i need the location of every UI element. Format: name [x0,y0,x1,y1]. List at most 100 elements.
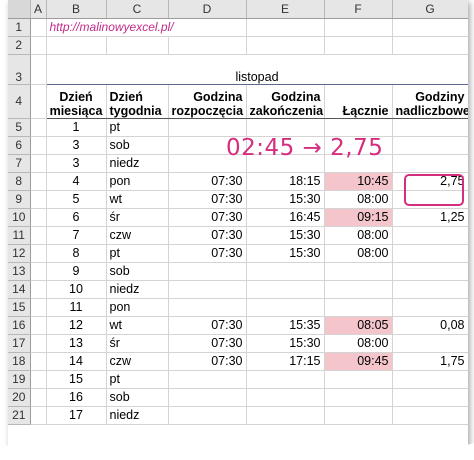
day-cell[interactable]: 8 [46,244,107,263]
cell[interactable] [46,36,107,55]
cell[interactable] [30,316,47,335]
weekday-cell[interactable]: czw [106,226,169,245]
end-time-cell[interactable]: 18:15 [246,172,325,191]
cell[interactable] [30,370,47,389]
overtime-cell[interactable] [392,298,468,317]
start-time-cell[interactable] [168,406,247,425]
start-time-cell[interactable]: 07:30 [168,226,247,245]
cell[interactable] [30,388,47,407]
row-header[interactable]: 13 [8,262,31,281]
cell[interactable] [30,298,47,317]
total-cell[interactable] [324,370,393,389]
column-header-d[interactable]: D [168,0,247,19]
start-time-cell[interactable] [168,298,247,317]
row-header[interactable]: 6 [8,136,31,155]
column-header-f[interactable]: F [324,0,393,19]
row-header[interactable]: 10 [8,208,31,227]
weekday-cell[interactable]: wt [106,190,169,209]
row-header[interactable]: 14 [8,280,31,299]
total-cell[interactable] [324,298,393,317]
end-time-cell[interactable] [246,388,325,407]
cell[interactable] [392,18,468,37]
cell[interactable] [246,18,325,37]
row-header[interactable]: 3 [8,54,31,85]
cell[interactable] [30,36,47,55]
weekday-cell[interactable]: pt [106,244,169,263]
column-header-e[interactable]: E [246,0,325,19]
end-time-cell[interactable] [246,118,325,137]
day-cell[interactable]: 14 [46,352,107,371]
cell[interactable] [30,54,47,85]
total-cell[interactable]: 08:00 [324,334,393,353]
row-header[interactable]: 1 [8,18,31,37]
column-header-a[interactable]: A [30,0,47,19]
cell[interactable] [30,280,47,299]
overtime-cell[interactable] [392,370,468,389]
day-cell[interactable]: 11 [46,298,107,317]
total-cell[interactable]: 08:05 [324,316,393,335]
row-header[interactable]: 21 [8,406,31,425]
spreadsheet[interactable]: A B C D E F G 1 http://malinowyexcel.pl/… [8,0,468,450]
row-header[interactable]: 9 [8,190,31,209]
row-header[interactable]: 2 [8,36,31,55]
start-time-cell[interactable] [168,280,247,299]
cell[interactable] [246,36,325,55]
end-time-cell[interactable]: 15:35 [246,316,325,335]
end-time-cell[interactable] [246,262,325,281]
weekday-cell[interactable]: niedz [106,280,169,299]
start-time-cell[interactable]: 07:30 [168,190,247,209]
overtime-cell[interactable] [392,118,468,137]
cell-grid[interactable]: A B C D E F G 1 http://malinowyexcel.pl/… [8,0,468,425]
cell[interactable] [30,208,47,227]
end-time-cell[interactable]: 15:30 [246,226,325,245]
start-time-cell[interactable] [168,370,247,389]
weekday-cell[interactable]: sob [106,388,169,407]
column-header-b[interactable]: B [46,0,107,19]
cell[interactable] [30,406,47,425]
weekday-cell[interactable]: pon [106,298,169,317]
day-cell[interactable]: 9 [46,262,107,281]
overtime-cell[interactable]: 0,08 [392,316,468,335]
row-header[interactable]: 4 [8,84,31,119]
link-cell[interactable]: http://malinowyexcel.pl/ [46,18,247,37]
end-time-cell[interactable] [246,406,325,425]
site-link[interactable]: http://malinowyexcel.pl/ [50,20,174,34]
header-total[interactable]: Łącznie [324,84,393,119]
start-time-cell[interactable]: 07:30 [168,334,247,353]
start-time-cell[interactable]: 07:30 [168,316,247,335]
start-time-cell[interactable]: 07:30 [168,172,247,191]
day-cell[interactable]: 1 [46,118,107,137]
weekday-cell[interactable]: pt [106,118,169,137]
row-header[interactable]: 7 [8,154,31,173]
overtime-cell[interactable] [392,280,468,299]
cell[interactable] [106,36,169,55]
cell[interactable] [30,154,47,173]
start-time-cell[interactable]: 07:30 [168,208,247,227]
day-cell[interactable]: 3 [46,154,107,173]
column-header-c[interactable]: C [106,0,169,19]
overtime-cell[interactable] [392,406,468,425]
cell[interactable] [324,36,393,55]
cell[interactable] [30,136,47,155]
start-time-cell[interactable] [168,118,247,137]
cell[interactable] [30,172,47,191]
overtime-cell[interactable]: 1,25 [392,208,468,227]
cell[interactable] [324,18,393,37]
row-header[interactable]: 11 [8,226,31,245]
end-time-cell[interactable]: 16:45 [246,208,325,227]
day-cell[interactable]: 6 [46,208,107,227]
weekday-cell[interactable]: śr [106,208,169,227]
total-cell[interactable]: 08:00 [324,244,393,263]
weekday-cell[interactable]: niedz [106,154,169,173]
row-header[interactable]: 15 [8,298,31,317]
row-header[interactable]: 5 [8,118,31,137]
cell[interactable] [30,84,47,119]
cell[interactable] [30,262,47,281]
day-cell[interactable]: 5 [46,190,107,209]
overtime-cell[interactable] [392,262,468,281]
total-cell[interactable]: 09:15 [324,208,393,227]
total-cell[interactable] [324,118,393,137]
total-cell[interactable]: 10:45 [324,172,393,191]
day-cell[interactable]: 4 [46,172,107,191]
header-overtime[interactable]: Godziny nadliczbowe [392,84,468,119]
